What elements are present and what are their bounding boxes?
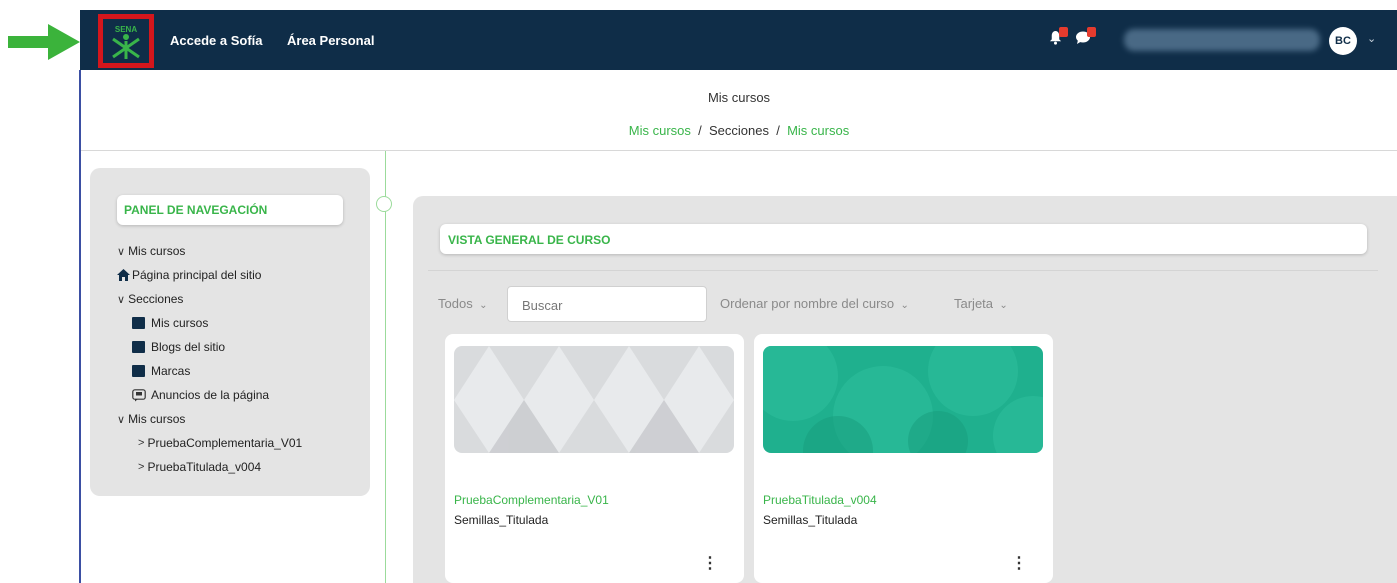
chevron-down-icon: ⌄	[996, 300, 1008, 311]
overview-divider	[428, 270, 1378, 271]
breadcrumb-item-secciones[interactable]: Secciones	[709, 123, 769, 138]
square-icon	[132, 365, 145, 377]
navigation-panel-header: PANEL DE NAVEGACIÓN	[117, 195, 343, 225]
nav-item-mis-cursos-section[interactable]: Mis cursos	[132, 316, 208, 330]
chevron-down-icon[interactable]: ⌄	[1367, 32, 1376, 45]
nav-item-secciones[interactable]: ∨ Secciones	[117, 292, 183, 306]
message-badge	[1087, 27, 1096, 37]
course-image[interactable]	[454, 346, 734, 453]
home-icon	[117, 269, 130, 281]
nav-item-label: Anuncios de la página	[151, 388, 270, 402]
course-overview-title: VISTA GENERAL DE CURSO	[448, 233, 611, 247]
navigation-panel-title: PANEL DE NAVEGACIÓN	[124, 203, 268, 217]
nav-item-label: Marcas	[151, 364, 191, 378]
logo-text: SENA	[115, 25, 137, 34]
view-dropdown[interactable]: Tarjeta ⌄	[954, 296, 1008, 311]
sort-dropdown[interactable]: Ordenar por nombre del curso ⌄	[720, 296, 909, 311]
course-actions-menu[interactable]: ⋮	[702, 556, 718, 572]
breadcrumb-separator: /	[694, 123, 706, 138]
square-icon	[132, 341, 145, 353]
notification-badge	[1059, 27, 1068, 37]
nav-item-anuncios[interactable]: Anuncios de la página	[132, 388, 269, 402]
course-overview-header: VISTA GENERAL DE CURSO	[440, 224, 1367, 254]
timeline-node	[376, 196, 392, 212]
course-name-link[interactable]: PruebaComplementaria_V01	[454, 493, 609, 507]
nav-link-sofia[interactable]: Accede a Sofía	[170, 33, 263, 48]
chevron-right-icon: >	[138, 461, 145, 473]
chevron-down-icon: ∨	[117, 413, 126, 426]
course-image[interactable]	[763, 346, 1043, 453]
nav-item-label: Secciones	[128, 292, 184, 306]
nav-item-marcas[interactable]: Marcas	[132, 364, 190, 378]
course-card[interactable]: PruebaComplementaria_V01 Semillas_Titula…	[445, 334, 744, 583]
nav-item-label: PruebaTitulada_v004	[147, 460, 262, 474]
messages-button[interactable]	[1075, 27, 1096, 50]
course-pattern	[763, 346, 1043, 453]
course-name-link[interactable]: PruebaTitulada_v004	[763, 493, 877, 507]
course-actions-menu[interactable]: ⋮	[1011, 556, 1027, 572]
filter-label: Todos	[438, 296, 473, 311]
search-input[interactable]	[520, 287, 704, 323]
pointer-arrow-icon	[8, 24, 80, 60]
chevron-down-icon: ⌄	[476, 300, 488, 311]
course-category: Semillas_Titulada	[763, 513, 858, 527]
nav-item-mis-cursos-courses[interactable]: ∨ Mis cursos	[117, 412, 185, 426]
nav-item-course-titulada[interactable]: > PruebaTitulada_v004	[138, 460, 261, 474]
sena-logo-icon: SENA	[112, 25, 140, 59]
page-frame-border	[79, 70, 81, 583]
nav-item-label: Mis cursos	[128, 244, 186, 258]
breadcrumb-separator: /	[772, 123, 784, 138]
avatar[interactable]: BC	[1329, 27, 1357, 55]
nav-item-course-complementaria[interactable]: > PruebaComplementaria_V01	[138, 436, 302, 450]
breadcrumb: Mis cursos / Secciones / Mis cursos	[81, 123, 1397, 138]
nav-item-label: Mis cursos	[151, 316, 209, 330]
chevron-down-icon: ⌄	[897, 300, 909, 311]
nav-item-blogs[interactable]: Blogs del sitio	[132, 340, 225, 354]
nav-item-home[interactable]: Página principal del sitio	[117, 268, 261, 282]
square-icon	[132, 317, 145, 329]
nav-item-mis-cursos[interactable]: ∨ Mis cursos	[117, 244, 185, 258]
breadcrumb-link-mis-cursos[interactable]: Mis cursos	[629, 123, 691, 138]
sort-label: Ordenar por nombre del curso	[720, 296, 895, 311]
nav-link-area-personal[interactable]: Área Personal	[287, 33, 374, 48]
timeline-line	[385, 151, 386, 583]
nav-item-label: Página principal del sitio	[132, 268, 262, 282]
header-divider	[81, 150, 1397, 151]
nav-item-label: PruebaComplementaria_V01	[147, 436, 303, 450]
view-label: Tarjeta	[954, 296, 994, 311]
nav-item-label: Mis cursos	[128, 412, 186, 426]
filter-dropdown[interactable]: Todos ⌄	[438, 296, 488, 311]
chevron-right-icon: >	[138, 437, 145, 449]
course-card[interactable]: PruebaTitulada_v004 Semillas_Titulada ⋮	[754, 334, 1053, 583]
chevron-down-icon: ∨	[117, 293, 126, 306]
page-title: Mis cursos	[707, 90, 771, 105]
course-category: Semillas_Titulada	[454, 513, 549, 527]
logo-highlight[interactable]: SENA	[98, 14, 154, 68]
user-name-blurred[interactable]	[1124, 29, 1320, 51]
search-field[interactable]	[507, 286, 707, 323]
notifications-button[interactable]	[1048, 27, 1068, 50]
course-pattern	[454, 346, 734, 453]
nav-item-label: Blogs del sitio	[151, 340, 226, 354]
breadcrumb-link-mis-cursos-current[interactable]: Mis cursos	[787, 123, 849, 138]
forum-icon	[132, 388, 146, 401]
chevron-down-icon: ∨	[117, 245, 126, 258]
